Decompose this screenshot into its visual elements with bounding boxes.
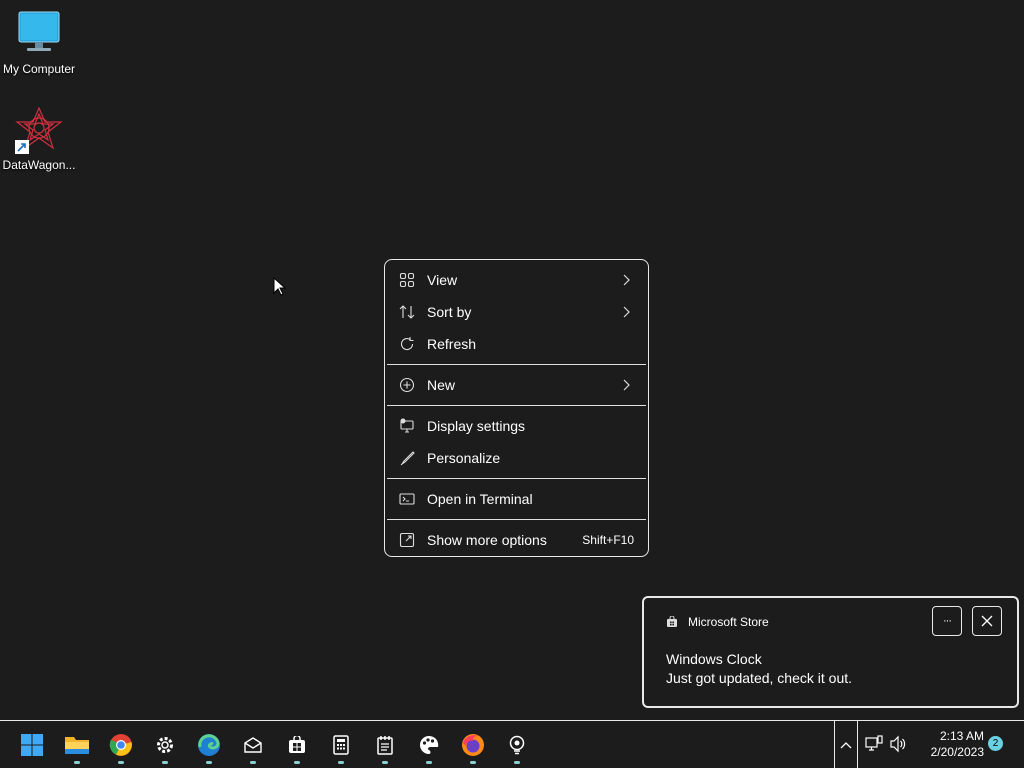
- menu-item-open-in-terminal[interactable]: Open in Terminal: [385, 483, 648, 515]
- network-icon: [865, 735, 883, 751]
- menu-item-show-more-options[interactable]: Show more options Shift+F10: [385, 524, 648, 556]
- notification-source-label: Microsoft Store: [688, 615, 769, 629]
- refresh-icon: [399, 336, 415, 352]
- taskbar: 2:13 AM 2/20/2023: [0, 720, 1024, 768]
- settings-icon: [157, 736, 173, 753]
- taskbar-store[interactable]: [277, 721, 317, 768]
- datawagon-logo-icon: [15, 106, 63, 154]
- file-explorer-icon: [65, 736, 89, 754]
- network-button[interactable]: [865, 735, 883, 753]
- shortcut-arrow-icon: [15, 140, 29, 154]
- taskbar-notepad[interactable]: [365, 721, 405, 768]
- notification-body: Just got updated, check it out.: [666, 670, 853, 686]
- taskbar-mail[interactable]: [233, 721, 273, 768]
- running-indicator: [74, 761, 80, 764]
- shortcut-label: Shift+F10: [582, 533, 634, 547]
- chevron-up-icon: [840, 741, 852, 748]
- running-indicator: [426, 761, 432, 764]
- volume-icon: [890, 735, 906, 753]
- running-indicator: [382, 761, 388, 764]
- clock-date: 2/20/2023: [930, 745, 984, 759]
- close-icon: [981, 615, 993, 627]
- mouse-cursor-icon: [273, 277, 287, 296]
- notification-close-button[interactable]: [972, 606, 1002, 636]
- terminal-icon: [399, 491, 415, 507]
- menu-item-label: New: [427, 377, 456, 393]
- taskbar-edge[interactable]: [189, 721, 229, 768]
- taskbar-file-explorer[interactable]: [57, 721, 97, 768]
- store-icon: [667, 616, 677, 627]
- start-button[interactable]: [12, 721, 52, 768]
- running-indicator: [118, 761, 124, 764]
- grid-icon: [399, 272, 415, 288]
- show-hidden-icons-button[interactable]: [834, 721, 858, 768]
- menu-separator: [387, 364, 646, 365]
- paint-icon: [420, 735, 439, 754]
- menu-separator: [387, 478, 646, 479]
- menu-item-label: View: [427, 272, 458, 288]
- calculator-icon: [333, 734, 349, 755]
- chevron-right-icon: [623, 379, 630, 391]
- chrome-icon: [109, 733, 132, 756]
- notification-more-button[interactable]: ···: [932, 606, 962, 636]
- menu-separator: [387, 405, 646, 406]
- taskbar-firefox[interactable]: [453, 721, 493, 768]
- monitor-icon: [15, 10, 63, 58]
- notification-count-badge[interactable]: 2: [988, 736, 1003, 751]
- desktop-icon-label: My Computer: [2, 62, 76, 76]
- running-indicator: [514, 761, 520, 764]
- desktop-icon-label: DataWagon...: [2, 158, 76, 172]
- desktop-context-menu: View Sort by Refresh New Display setting…: [384, 259, 649, 557]
- start-icon: [21, 733, 43, 756]
- brush-icon: [399, 450, 415, 466]
- menu-item-personalize[interactable]: Personalize: [385, 442, 648, 474]
- menu-item-display-settings[interactable]: Display settings: [385, 410, 648, 442]
- desktop-icon-my-computer[interactable]: My Computer: [1, 10, 77, 76]
- display-icon: [399, 418, 415, 434]
- running-indicator: [338, 761, 344, 764]
- running-indicator: [470, 761, 476, 764]
- menu-item-label: Refresh: [427, 336, 477, 352]
- edge-icon: [198, 733, 220, 756]
- tips-icon: [509, 735, 525, 754]
- notification-title: Windows Clock: [666, 651, 762, 667]
- chevron-right-icon: [623, 274, 630, 286]
- taskbar-clock[interactable]: 2:13 AM 2/20/2023: [914, 728, 984, 760]
- menu-item-label: Open in Terminal: [427, 491, 533, 507]
- notification-toast[interactable]: Microsoft Store ··· Windows Clock Just g…: [642, 596, 1019, 708]
- desktop-icon-datawagon[interactable]: DataWagon...: [1, 106, 77, 172]
- menu-item-refresh[interactable]: Refresh: [385, 328, 648, 360]
- menu-item-label: Personalize: [427, 450, 501, 466]
- taskbar-settings[interactable]: [145, 721, 185, 768]
- running-indicator: [250, 761, 256, 764]
- store-icon: [289, 735, 305, 753]
- taskbar-tips[interactable]: [497, 721, 537, 768]
- menu-item-view[interactable]: View: [385, 264, 648, 296]
- volume-button[interactable]: [889, 735, 907, 753]
- menu-item-label: Display settings: [427, 418, 526, 434]
- sort-icon: [399, 304, 415, 320]
- chevron-right-icon: [623, 306, 630, 318]
- running-indicator: [162, 761, 168, 764]
- menu-separator: [387, 519, 646, 520]
- notification-source: Microsoft Store: [666, 615, 769, 629]
- menu-item-new[interactable]: New: [385, 369, 648, 401]
- plus-circle-icon: [399, 377, 415, 393]
- menu-item-sort-by[interactable]: Sort by: [385, 296, 648, 328]
- taskbar-chrome[interactable]: [101, 721, 141, 768]
- mail-icon: [244, 736, 262, 753]
- firefox-icon: [462, 733, 484, 756]
- expand-icon: [399, 532, 415, 548]
- running-indicator: [206, 761, 212, 764]
- running-indicator: [294, 761, 300, 764]
- clock-time: 2:13 AM: [939, 729, 984, 743]
- taskbar-calculator[interactable]: [321, 721, 361, 768]
- notepad-icon: [377, 735, 393, 755]
- taskbar-paint[interactable]: [409, 721, 449, 768]
- menu-item-label: Sort by: [427, 304, 472, 320]
- menu-item-label: Show more options: [427, 532, 547, 548]
